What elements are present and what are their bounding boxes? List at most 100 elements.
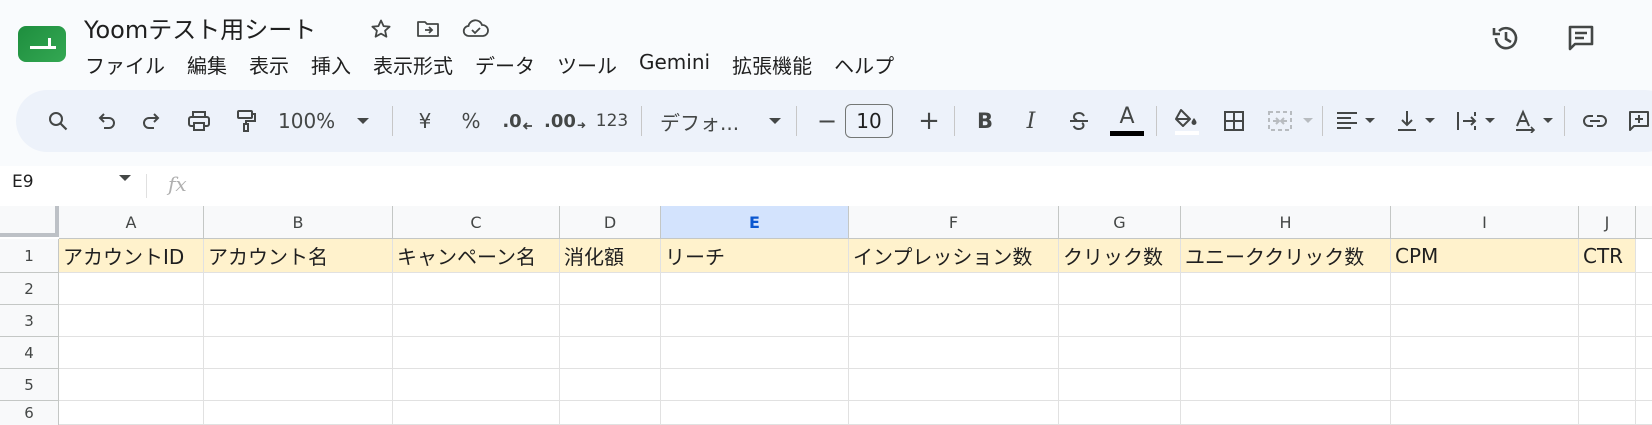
column-header-e[interactable]: E xyxy=(661,206,849,239)
menu-tools[interactable]: ツール xyxy=(546,48,628,80)
grid-cell[interactable] xyxy=(1391,401,1579,425)
cell-k1[interactable] xyxy=(1636,239,1652,273)
grid-cell[interactable] xyxy=(661,273,849,305)
halign-dropdown-icon[interactable] xyxy=(1362,90,1378,152)
cell-e1[interactable]: リーチ xyxy=(661,239,849,273)
grid-cell[interactable] xyxy=(1181,273,1391,305)
grid-cell[interactable] xyxy=(1636,337,1652,369)
grid-cell[interactable] xyxy=(661,305,849,337)
column-header-i[interactable]: I xyxy=(1391,206,1579,239)
grid-cell[interactable] xyxy=(59,369,204,401)
grid-cell[interactable] xyxy=(560,273,661,305)
row-header-4[interactable]: 4 xyxy=(0,337,59,369)
star-icon[interactable] xyxy=(366,14,396,44)
grid-cell[interactable] xyxy=(560,369,661,401)
grid-cell[interactable] xyxy=(1059,369,1181,401)
print-icon[interactable] xyxy=(181,90,217,152)
menu-insert[interactable]: 挿入 xyxy=(300,48,362,80)
column-header-g[interactable]: G xyxy=(1059,206,1181,239)
insert-comment-icon[interactable] xyxy=(1622,90,1652,152)
search-menus-icon[interactable] xyxy=(40,90,76,152)
undo-icon[interactable] xyxy=(88,90,124,152)
cell-b1[interactable]: アカウント名 xyxy=(204,239,393,273)
grid-cell[interactable] xyxy=(661,337,849,369)
column-header-c[interactable]: C xyxy=(393,206,560,239)
name-box[interactable]: E9 xyxy=(12,172,34,192)
italic-button[interactable]: I xyxy=(1014,90,1048,152)
grid-cell[interactable] xyxy=(1391,273,1579,305)
more-formats-button[interactable]: 123 xyxy=(592,90,632,152)
font-size-input[interactable]: 10 xyxy=(845,104,893,138)
grid-cell[interactable] xyxy=(59,305,204,337)
grid-cell[interactable] xyxy=(1636,401,1652,425)
grid-cell[interactable] xyxy=(1391,337,1579,369)
grid-cell[interactable] xyxy=(849,369,1059,401)
column-header-b[interactable]: B xyxy=(204,206,393,239)
cell-c1[interactable]: キャンペーン名 xyxy=(393,239,560,273)
text-rotation-icon[interactable] xyxy=(1510,90,1540,152)
increase-decimal-button[interactable]: .00 xyxy=(544,90,586,152)
column-header-h[interactable]: H xyxy=(1181,206,1391,239)
grid-cell[interactable] xyxy=(1636,273,1652,305)
redo-icon[interactable] xyxy=(134,90,170,152)
grid-cell[interactable] xyxy=(1579,337,1636,369)
cell-f1[interactable]: インプレッション数 xyxy=(849,239,1059,273)
row-header-2[interactable]: 2 xyxy=(0,273,59,305)
grid-cell[interactable] xyxy=(59,401,204,425)
cell-h1[interactable]: ユニーククリック数 xyxy=(1181,239,1391,273)
cell-d1[interactable]: 消化額 xyxy=(560,239,661,273)
column-header-j[interactable]: J xyxy=(1579,206,1636,239)
valign-dropdown-icon[interactable] xyxy=(1422,90,1438,152)
vertical-align-icon[interactable] xyxy=(1392,90,1422,152)
cell-g1[interactable]: クリック数 xyxy=(1059,239,1181,273)
bold-button[interactable]: B xyxy=(968,90,1002,152)
grid-cell[interactable] xyxy=(1579,273,1636,305)
strikethrough-icon[interactable] xyxy=(1062,90,1096,152)
increase-font-size-button[interactable]: + xyxy=(914,90,944,152)
horizontal-align-icon[interactable] xyxy=(1332,90,1362,152)
column-header-next[interactable] xyxy=(1636,206,1652,239)
decrease-decimal-button[interactable]: .0 xyxy=(498,90,538,152)
font-family-select[interactable]: デフォ... xyxy=(660,90,750,152)
grid-cell[interactable] xyxy=(560,401,661,425)
sheets-logo-icon[interactable] xyxy=(18,26,66,62)
text-wrapping-icon[interactable] xyxy=(1452,90,1482,152)
grid-cell[interactable] xyxy=(1181,305,1391,337)
row-header-3[interactable]: 3 xyxy=(0,305,59,337)
format-percent-button[interactable]: % xyxy=(454,90,488,152)
zoom-select[interactable]: 100% xyxy=(278,90,348,152)
grid-cell[interactable] xyxy=(1636,305,1652,337)
grid-cell[interactable] xyxy=(59,337,204,369)
grid-cell[interactable] xyxy=(661,369,849,401)
grid-cell[interactable] xyxy=(560,305,661,337)
row-header-5[interactable]: 5 xyxy=(0,369,59,401)
menu-format[interactable]: 表示形式 xyxy=(362,48,464,80)
grid-cell[interactable] xyxy=(661,401,849,425)
cell-a1[interactable]: アカウントID xyxy=(59,239,204,273)
grid-cell[interactable] xyxy=(204,369,393,401)
grid-cell[interactable] xyxy=(1636,369,1652,401)
history-icon[interactable] xyxy=(1488,20,1524,56)
menu-gemini[interactable]: Gemini xyxy=(628,48,721,80)
merge-dropdown-icon[interactable] xyxy=(1300,90,1316,152)
text-color-button[interactable]: A xyxy=(1108,90,1146,152)
zoom-dropdown-icon[interactable] xyxy=(352,90,374,152)
comment-icon[interactable] xyxy=(1563,20,1599,56)
fill-color-icon[interactable] xyxy=(1168,90,1206,152)
grid-cell[interactable] xyxy=(1181,401,1391,425)
grid-cell[interactable] xyxy=(1059,401,1181,425)
folder-move-icon[interactable] xyxy=(413,14,443,44)
grid-cell[interactable] xyxy=(204,337,393,369)
grid-cell[interactable] xyxy=(1391,369,1579,401)
column-header-f[interactable]: F xyxy=(849,206,1059,239)
cloud-status-icon[interactable] xyxy=(461,14,491,44)
row-header-6[interactable]: 6 xyxy=(0,401,59,425)
grid-cell[interactable] xyxy=(393,337,560,369)
merge-cells-icon[interactable] xyxy=(1262,90,1298,152)
grid-cell[interactable] xyxy=(204,273,393,305)
grid-cell[interactable] xyxy=(1059,273,1181,305)
column-header-a[interactable]: A xyxy=(59,206,204,239)
grid-cell[interactable] xyxy=(1181,369,1391,401)
cell-i1[interactable]: CPM xyxy=(1391,239,1579,273)
menu-view[interactable]: 表示 xyxy=(238,48,300,80)
